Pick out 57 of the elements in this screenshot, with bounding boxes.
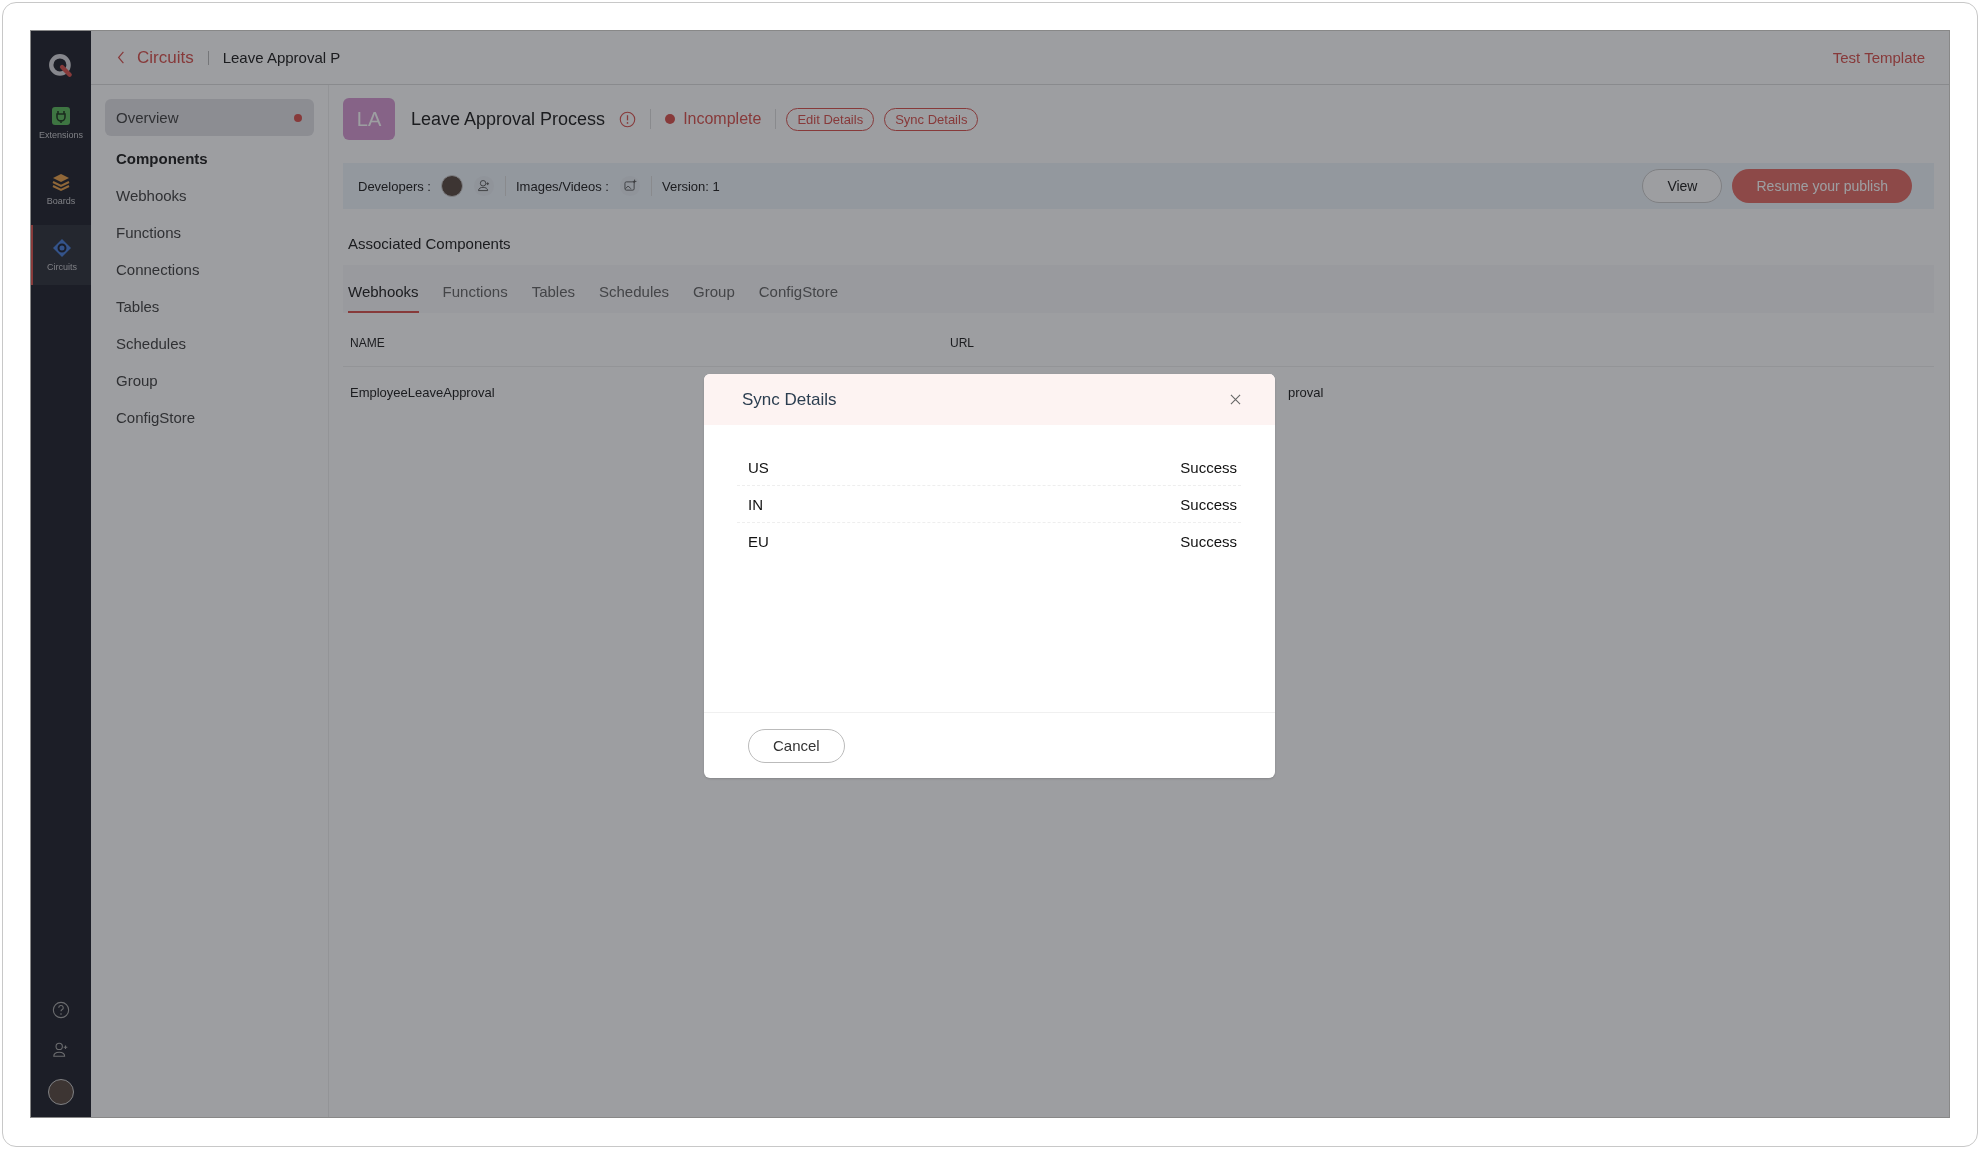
tab[interactable]: Group (693, 283, 735, 313)
nav-item[interactable]: Tables (105, 291, 314, 321)
rail-item[interactable]: Boards (31, 159, 91, 219)
user-avatar[interactable] (48, 1079, 74, 1105)
tab[interactable]: Schedules (599, 283, 670, 313)
tab[interactable]: Webhooks (348, 283, 419, 313)
header-button[interactable]: Edit Details (786, 107, 875, 131)
nav-item[interactable]: Overview (105, 99, 314, 136)
app-title: Leave Approval Process (411, 108, 606, 130)
nav-item[interactable]: ConfigStore (105, 402, 314, 432)
nav-item[interactable]: Webhooks (105, 180, 314, 210)
plug-icon (51, 106, 71, 126)
chevron-left-icon (117, 51, 125, 64)
column-header: NAME (349, 335, 386, 350)
region-name: EU (748, 532, 769, 550)
rail-item[interactable]: Circuits (31, 225, 91, 285)
dialog-title: Sync Details (742, 389, 837, 410)
breadcrumb-current: Leave Approval P (222, 49, 341, 66)
column-header: URL (950, 335, 974, 350)
sync-status: Success (1180, 532, 1237, 550)
app-initials: LA (343, 98, 395, 140)
nav-item[interactable]: Group (105, 365, 314, 395)
help-icon[interactable] (52, 1001, 70, 1019)
table-cell-text: EmployeeLeaveApproval (349, 384, 495, 400)
cancel-button[interactable]: Cancel (748, 728, 845, 763)
media-label: Images/Videos : (516, 178, 609, 194)
developers-label: Developers : (358, 178, 431, 194)
region-name: IN (748, 495, 763, 513)
close-icon[interactable] (1230, 394, 1241, 405)
region-name: US (748, 458, 769, 476)
section-title: Associated Components (348, 235, 512, 252)
nav-item[interactable]: Functions (105, 217, 314, 247)
layers-icon (51, 172, 71, 192)
version-text: Version: 1 (661, 178, 720, 194)
template-link[interactable]: Test Template (1832, 49, 1925, 66)
tab[interactable]: Functions (442, 283, 508, 313)
tab[interactable]: ConfigStore (758, 283, 838, 313)
tab[interactable]: Tables (531, 283, 575, 313)
publish-button[interactable]: Resume your publish (1732, 169, 1912, 203)
view-button[interactable]: View (1642, 169, 1723, 203)
status-text: Incomplete (683, 110, 762, 128)
nav-heading[interactable]: Components (105, 143, 314, 173)
nav-item[interactable]: Schedules (105, 328, 314, 358)
rail-item[interactable]: Extensions (31, 93, 91, 153)
table-cell: proval (1288, 384, 1324, 400)
developer-avatar (441, 175, 463, 197)
status-dot (665, 114, 676, 124)
diamond-icon (52, 238, 72, 258)
back-link[interactable]: Circuits (117, 47, 194, 68)
nav-item[interactable]: Connections (105, 254, 314, 284)
logo-icon (48, 53, 74, 79)
sync-status: Success (1180, 458, 1237, 476)
info-icon[interactable] (619, 110, 637, 128)
status-dot (294, 113, 302, 122)
header-button[interactable]: Sync Details (884, 107, 979, 131)
sync-status: Success (1180, 495, 1237, 513)
add-user-icon[interactable] (52, 1041, 70, 1059)
